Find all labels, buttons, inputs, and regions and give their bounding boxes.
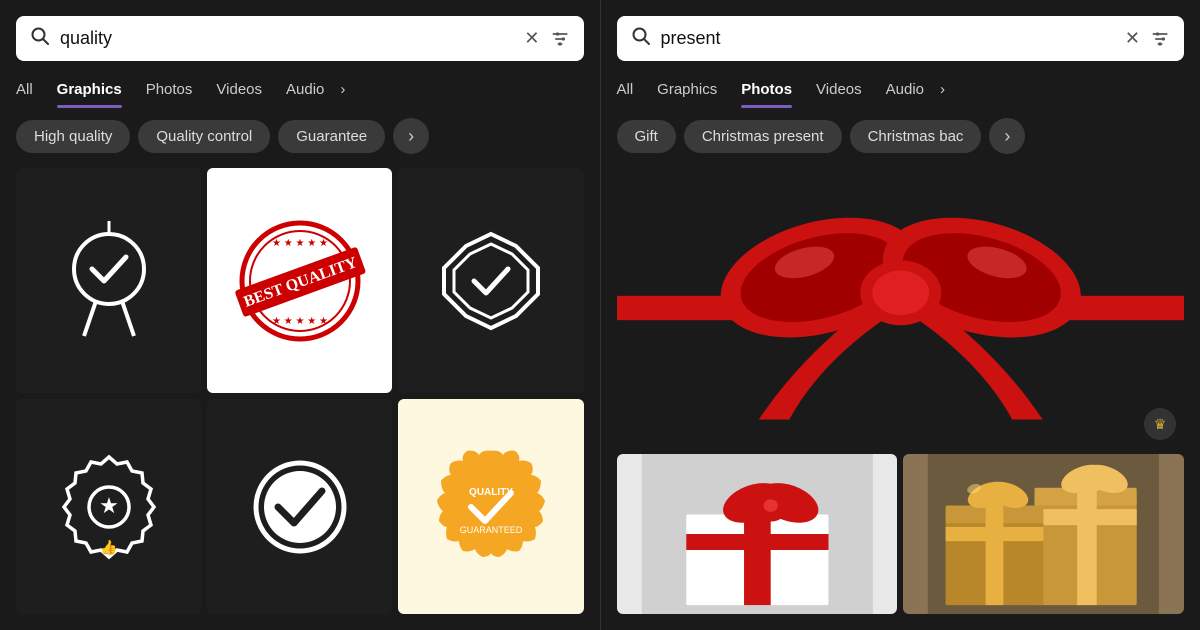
gold-gifts-image[interactable] — [903, 454, 1184, 614]
tab-left-all[interactable]: All — [16, 75, 45, 104]
tab-right-graphics[interactable]: Graphics — [645, 75, 729, 104]
tab-left-graphics[interactable]: Graphics — [45, 75, 134, 104]
left-filter-button[interactable] — [550, 29, 570, 49]
left-tabs-more[interactable]: › — [336, 75, 349, 104]
quality-image-6[interactable]: QUALITY GUARANTEED — [398, 399, 583, 614]
right-clear-button[interactable]: ✕ — [1125, 28, 1140, 49]
left-tabs: All Graphics Photos Videos Audio › — [16, 75, 584, 104]
tab-right-all[interactable]: All — [617, 75, 646, 104]
tab-left-photos[interactable]: Photos — [134, 75, 205, 104]
right-panel: ✕ All Graphics Photos Videos Audio › — [601, 0, 1200, 630]
chip-christmas-back[interactable]: Christmas bac — [850, 120, 982, 153]
right-chips-more[interactable]: › — [989, 118, 1025, 154]
white-gift-image[interactable] — [617, 454, 898, 614]
quality-image-3[interactable] — [398, 168, 583, 393]
crown-icon: ♛ — [1154, 416, 1167, 433]
quality-image-5[interactable] — [207, 399, 392, 614]
left-image-grid: ★ ★ ★ ★ ★ ★ ★ ★ ★ ★ BEST QUALITY — [16, 168, 584, 614]
left-chips-more[interactable]: › — [393, 118, 429, 154]
chip-christmas-present[interactable]: Christmas present — [684, 120, 842, 153]
svg-text:GUARANTEED: GUARANTEED — [460, 525, 523, 535]
tab-right-videos[interactable]: Videos — [804, 75, 874, 104]
svg-text:★ ★ ★ ★ ★: ★ ★ ★ ★ ★ — [272, 238, 328, 249]
chip-gift[interactable]: Gift — [617, 120, 676, 153]
chip-high-quality[interactable]: High quality — [16, 120, 130, 153]
bottom-images — [617, 454, 1185, 614]
svg-text:★ ★ ★ ★ ★: ★ ★ ★ ★ ★ — [272, 316, 328, 327]
left-chips: High quality Quality control Guarantee › — [16, 118, 584, 154]
tab-left-videos[interactable]: Videos — [204, 75, 274, 104]
left-search-bar: ✕ — [16, 16, 584, 61]
left-search-input[interactable] — [60, 28, 514, 49]
left-panel: ✕ All Graphics Photos Videos Audio › — [0, 0, 601, 630]
quality-image-4[interactable]: ★ 👍 — [16, 399, 201, 614]
chip-guarantee[interactable]: Guarantee — [278, 120, 385, 153]
search-icon-right — [631, 26, 651, 51]
search-icon-left — [30, 26, 50, 51]
chip-quality-control[interactable]: Quality control — [138, 120, 270, 153]
right-chips: Gift Christmas present Christmas bac › — [617, 118, 1185, 154]
right-search-bar: ✕ — [617, 16, 1185, 61]
quality-image-2[interactable]: ★ ★ ★ ★ ★ ★ ★ ★ ★ ★ BEST QUALITY — [207, 168, 392, 393]
right-search-input[interactable] — [661, 28, 1115, 49]
tab-right-audio[interactable]: Audio — [874, 75, 936, 104]
right-tabs: All Graphics Photos Videos Audio › — [617, 75, 1185, 104]
quality-image-1[interactable] — [16, 168, 201, 393]
svg-text:👍: 👍 — [100, 539, 117, 556]
svg-text:★: ★ — [99, 493, 119, 518]
bow-image[interactable]: ♛ — [617, 168, 1185, 448]
tab-left-audio[interactable]: Audio — [274, 75, 336, 104]
crown-badge: ♛ — [1144, 408, 1176, 440]
left-clear-button[interactable]: ✕ — [524, 28, 539, 49]
right-filter-button[interactable] — [1150, 29, 1170, 49]
tab-right-photos[interactable]: Photos — [729, 75, 804, 104]
right-tabs-more[interactable]: › — [936, 75, 949, 104]
